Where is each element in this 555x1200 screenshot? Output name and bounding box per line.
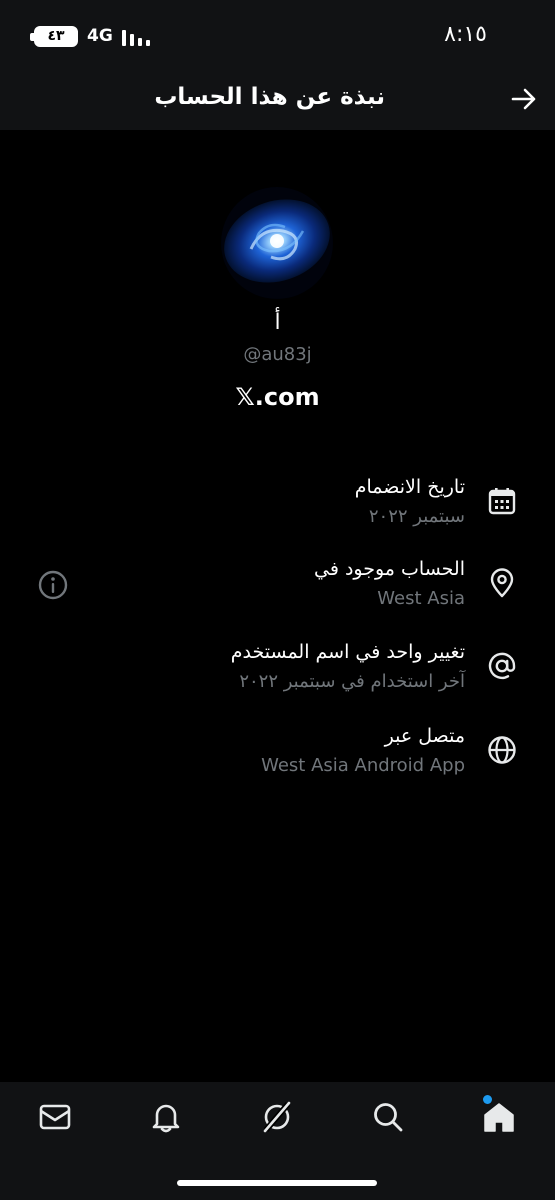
detail-subtitle: سبتمبر ٢٠٢٢	[368, 506, 465, 527]
detail-title: تاريخ الانضمام	[354, 476, 465, 498]
location-pin-icon	[490, 568, 514, 598]
detail-row-join-date: تاريخ الانضمام سبتمبر ٢٠٢٢	[0, 476, 555, 540]
detail-row-location: الحساب موجود في West Asia	[0, 558, 555, 622]
detail-row-username-change: تغيير واحد في اسم المستخدم آخر استخدام ف…	[0, 641, 555, 705]
avatar	[221, 187, 333, 299]
globe-icon	[488, 736, 516, 764]
home-indicator	[177, 1180, 377, 1186]
signal-icon	[122, 30, 150, 46]
at-sign-icon	[488, 652, 516, 680]
detail-subtitle: آخر استخدام في سبتمبر ٢٠٢٢	[239, 671, 465, 692]
website-link[interactable]: 𝕏.com	[0, 383, 555, 411]
grok-icon[interactable]	[260, 1100, 294, 1134]
home-icon[interactable]	[482, 1100, 516, 1134]
status-time: ٨:١٥	[444, 22, 487, 47]
detail-subtitle: West Asia Android App	[261, 755, 465, 776]
battery-indicator: ٤٣	[34, 26, 78, 47]
info-icon[interactable]	[37, 569, 69, 601]
detail-title: الحساب موجود في	[314, 558, 465, 580]
detail-subtitle: West Asia	[377, 588, 465, 609]
mail-icon[interactable]	[38, 1100, 72, 1134]
page-title: نبذة عن هذا الحساب	[154, 84, 385, 110]
bell-icon[interactable]	[149, 1100, 183, 1134]
network-type: 4G	[87, 26, 113, 46]
detail-title: متصل عبر	[384, 725, 465, 747]
username-handle: @au83j	[243, 344, 312, 365]
arrow-right-icon[interactable]	[509, 84, 539, 114]
detail-title: تغيير واحد في اسم المستخدم	[230, 641, 465, 663]
detail-row-connected-via: متصل عبر West Asia Android App	[0, 725, 555, 789]
search-icon[interactable]	[371, 1100, 405, 1134]
display-name: أ	[274, 310, 281, 335]
calendar-icon	[488, 488, 516, 515]
